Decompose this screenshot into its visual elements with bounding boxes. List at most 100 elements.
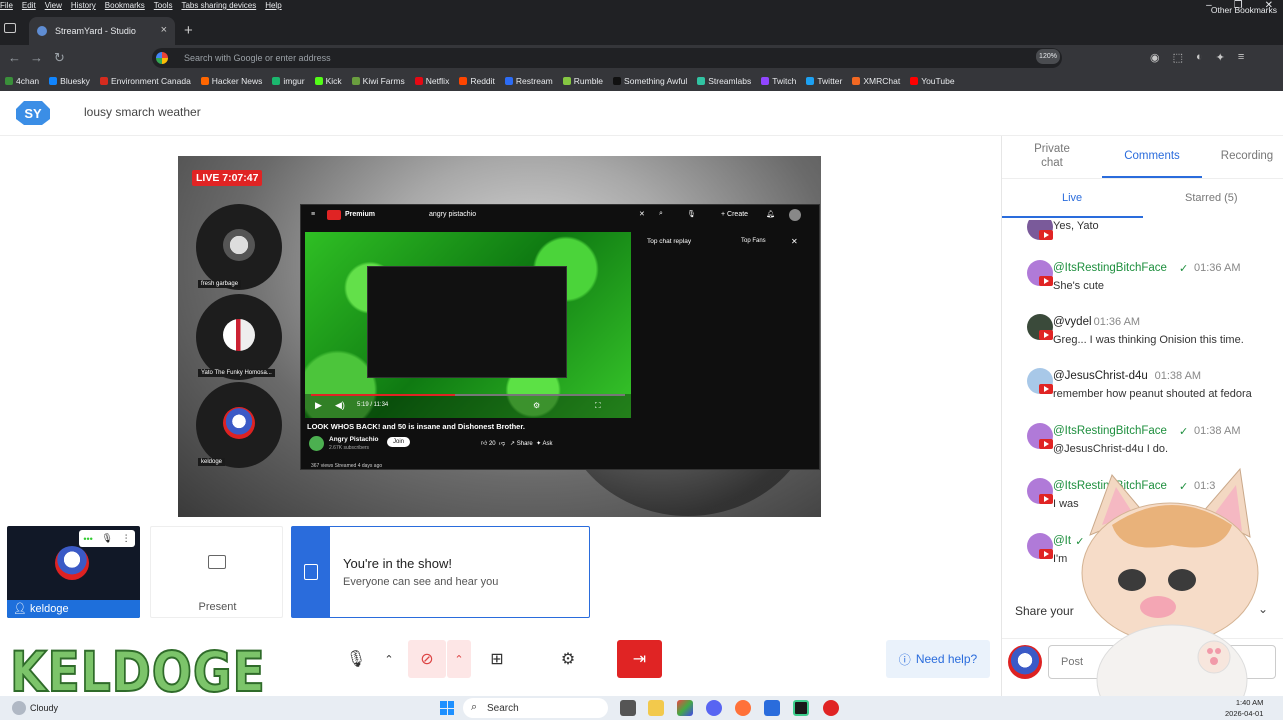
bookmark-favicon-icon [697, 77, 706, 85]
obs-icon[interactable] [793, 700, 809, 716]
share-screen-button[interactable]: ⊞ [478, 640, 516, 678]
guest-label: Yato The Funky Homosa... [198, 369, 275, 377]
tab-list-icon[interactable] [4, 23, 16, 33]
settings-button[interactable]: ⚙ [549, 640, 587, 678]
file-explorer-icon[interactable] [648, 700, 664, 716]
guest-avatar [223, 319, 255, 351]
comment-item[interactable]: @ItsRestingBitchFace ✓ 01:3 I was [1002, 474, 1283, 524]
chevron-down-icon[interactable]: ⌄ [1258, 602, 1268, 616]
comment-text: She's cute [1053, 280, 1105, 292]
tab-streamyard[interactable]: StreamYard - Studio × [29, 17, 175, 45]
streamyard-logo[interactable]: SY [14, 99, 52, 127]
taskbar-search[interactable]: ⌕ Search [463, 698, 608, 718]
system-clock[interactable]: 1:40 AM 2026-04-01 [1225, 697, 1263, 719]
windows-start-icon[interactable] [440, 701, 454, 715]
youtube-icon [1039, 330, 1053, 340]
youtube-icon [1039, 384, 1053, 394]
close-tab-icon[interactable]: × [161, 24, 167, 36]
top-fans-label: Top Fans [741, 238, 766, 244]
need-help-button[interactable]: ⓘ Need help? [886, 640, 990, 678]
bookmark-item[interactable]: YouTube [910, 76, 955, 86]
menu-item[interactable]: Edit [22, 1, 36, 10]
menu-item[interactable]: History [71, 1, 96, 10]
comment-item[interactable]: Yes, Yato [1002, 220, 1283, 260]
menu-icon[interactable]: ≡ [1238, 51, 1244, 64]
bookmark-item[interactable]: Something Awful [613, 76, 687, 86]
stream-title[interactable]: lousy smarch weather [84, 105, 201, 119]
bookmark-item[interactable]: Restream [504, 76, 553, 86]
self-camera-tile[interactable]: ••• 🎙︎ ⋮ 👤︎ keldoge [7, 526, 140, 618]
post-comment-input[interactable] [1048, 645, 1276, 679]
search-icon: ⌕ [471, 701, 478, 713]
leave-studio-button[interactable]: ⇥ [617, 640, 662, 678]
menu-item[interactable]: Tabs sharing devices [181, 1, 256, 10]
comment-item[interactable]: @ItsRestingBitchFace ✓ 01:36 AM She's cute [1002, 256, 1283, 306]
comment-item[interactable]: @vydel 01:36 AM Greg... I was thinking Oni… [1002, 310, 1283, 360]
comment-item[interactable]: @ItsRestingBitchFace ✓ 01:38 AM @JesusChris… [1002, 419, 1283, 469]
bookmark-item[interactable]: Twitch [761, 76, 796, 86]
address-placeholder: Search with Google or enter address [184, 53, 331, 63]
camera-off-button[interactable]: ⊘ [408, 640, 446, 678]
other-bookmarks[interactable]: Other Bookmarks [1211, 5, 1277, 15]
bookmark-item[interactable]: 4chan [5, 76, 39, 86]
app-icon[interactable] [764, 700, 780, 716]
tab-recording[interactable]: Recording [1212, 150, 1282, 162]
menu-item[interactable]: Tools [154, 1, 173, 10]
new-tab-icon[interactable]: + [184, 22, 193, 39]
bookmark-star-icon[interactable]: ✦ [1216, 51, 1225, 64]
bookmark-label: Something Awful [624, 76, 688, 86]
shared-screen: ≡ Premium angry pistachio ✕ ⌕ 🎙︎ + Creat… [300, 204, 820, 470]
copilot-icon[interactable] [677, 700, 693, 716]
puzzle-icon[interactable]: ⬚ [1173, 51, 1183, 64]
bookmark-label: Twitch [772, 76, 797, 86]
bookmark-item[interactable]: Netflix [414, 76, 450, 86]
tab-private-chat[interactable]: Private chat [1026, 142, 1078, 170]
mic-options-chevron-icon[interactable]: ⌃ [377, 640, 401, 678]
discord-icon[interactable] [706, 700, 722, 716]
bookmark-item[interactable]: Hacker News [200, 76, 263, 86]
camera-options-chevron-icon[interactable]: ⌃ [447, 640, 471, 678]
subtab-starred[interactable]: Starred (5) [1185, 192, 1238, 204]
account-icon[interactable]: ◐ [1196, 51, 1203, 64]
mic-icon[interactable]: 🎙︎ [102, 533, 113, 544]
tile-controls: ••• 🎙︎ ⋮ [79, 530, 135, 547]
media-player-icon[interactable] [823, 700, 839, 716]
bookmark-item[interactable]: imgur [272, 76, 305, 86]
tab-comments[interactable]: Comments [1102, 150, 1202, 162]
address-bar[interactable]: Search with Google or enter address [152, 48, 1062, 68]
bookmark-item[interactable]: Kick [314, 76, 342, 86]
bookmark-item[interactable]: Kiwi Farms [351, 76, 405, 86]
firefox-icon[interactable] [735, 700, 751, 716]
back-icon[interactable]: ← [8, 50, 21, 65]
mute-mic-button[interactable]: 🎙︎ [337, 640, 375, 678]
comment-item[interactable]: @It ✓ I'm [1002, 529, 1283, 579]
task-view-icon[interactable] [620, 700, 636, 716]
bookmark-label: Netflix [425, 76, 450, 86]
video-controls: ▶ ◀) 5:19 / 11:34 ⚙ ⛶ [305, 394, 631, 418]
bookmark-item[interactable]: Twitter [806, 76, 842, 86]
reload-icon[interactable]: ↻ [54, 50, 65, 66]
bookmark-label: Hacker News [211, 76, 263, 86]
more-options-icon[interactable]: ⋮ [122, 533, 131, 544]
comment-item[interactable]: @JesusChrist-d4u 01:38 AM remember how pea… [1002, 364, 1283, 414]
youtube-icon [1039, 230, 1053, 240]
bookmark-item[interactable]: Environment Canada [99, 76, 191, 86]
bookmark-item[interactable]: Streamlabs [697, 76, 751, 86]
clear-search-icon: ✕ [639, 211, 645, 218]
bookmark-item[interactable]: Rumble [562, 76, 603, 86]
menu-item[interactable]: Help [265, 1, 281, 10]
present-button[interactable]: Present [150, 526, 283, 618]
zoom-level[interactable]: 120% [1036, 49, 1060, 64]
bookmark-item[interactable]: XMRChat [852, 76, 900, 86]
menu-item[interactable]: Bookmarks [105, 1, 145, 10]
forward-icon[interactable]: → [30, 50, 43, 65]
menu-item[interactable]: View [45, 1, 62, 10]
subtab-live[interactable]: Live [1062, 192, 1082, 204]
bookmark-favicon-icon [806, 77, 815, 85]
extension-icon[interactable]: ◉ [1150, 51, 1160, 64]
menu-item[interactable]: File [0, 1, 13, 10]
bookmark-item[interactable]: Reddit [459, 76, 495, 86]
bookmark-favicon-icon [459, 77, 468, 85]
bookmark-item[interactable]: Bluesky [49, 76, 90, 86]
weather-label[interactable]: Cloudy [30, 703, 58, 713]
